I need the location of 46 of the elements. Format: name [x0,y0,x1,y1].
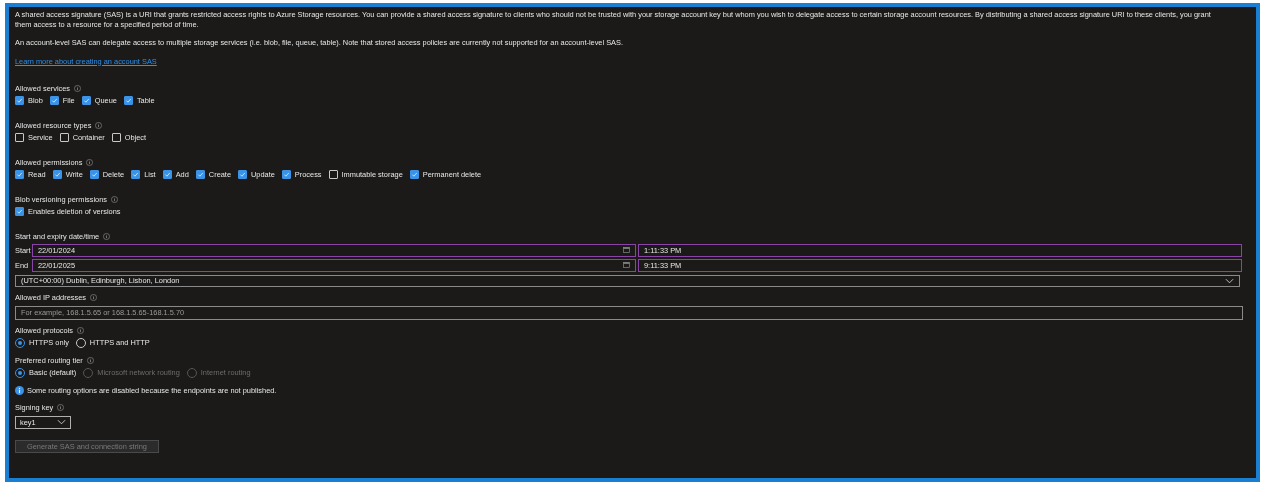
checkbox[interactable] [52,170,62,179]
checkbox[interactable] [131,170,141,179]
checkbox[interactable] [81,96,91,105]
checkmark-icon [82,97,90,104]
checkmark-icon [124,97,132,104]
info-icon [74,85,82,92]
checkmark-icon [16,171,23,178]
checkmark-icon [196,171,204,178]
chevron-down-icon [1225,277,1234,284]
checkmark-icon [410,171,418,178]
info-icon [15,386,24,395]
checkbox[interactable] [89,170,99,179]
checkbox[interactable] [111,133,121,142]
info-icon [86,357,94,364]
info-icon [111,196,118,203]
checkbox[interactable] [281,170,291,179]
chevron-down-icon [57,419,66,425]
checkmark-icon [16,208,23,215]
checkmark-icon [132,171,140,178]
calendar-icon [623,262,630,268]
checkbox[interactable] [123,96,133,105]
checkmark-icon [16,97,23,104]
checkbox[interactable] [15,207,24,216]
checkbox[interactable] [15,133,24,142]
info-icon [57,404,65,411]
info-icon [76,327,84,334]
checkmark-icon [90,171,98,178]
checkbox[interactable] [15,96,24,105]
checkbox[interactable] [15,170,24,179]
checkbox[interactable] [59,133,69,142]
checkmark-icon [50,97,58,104]
calendar-icon [623,247,630,253]
checkbox[interactable] [162,170,172,179]
info-icon [103,233,111,240]
checkbox[interactable] [409,170,419,179]
checkmark-icon [53,171,61,178]
checkbox[interactable] [328,170,338,179]
checkmark-icon [282,171,290,178]
checkmark-icon [163,171,171,178]
info-icon [86,159,94,166]
checkbox[interactable] [195,170,205,179]
info-icon [89,294,97,301]
checkbox[interactable] [49,96,59,105]
checkmark-icon [239,171,246,178]
info-icon [95,122,103,129]
checkbox[interactable] [238,170,247,179]
